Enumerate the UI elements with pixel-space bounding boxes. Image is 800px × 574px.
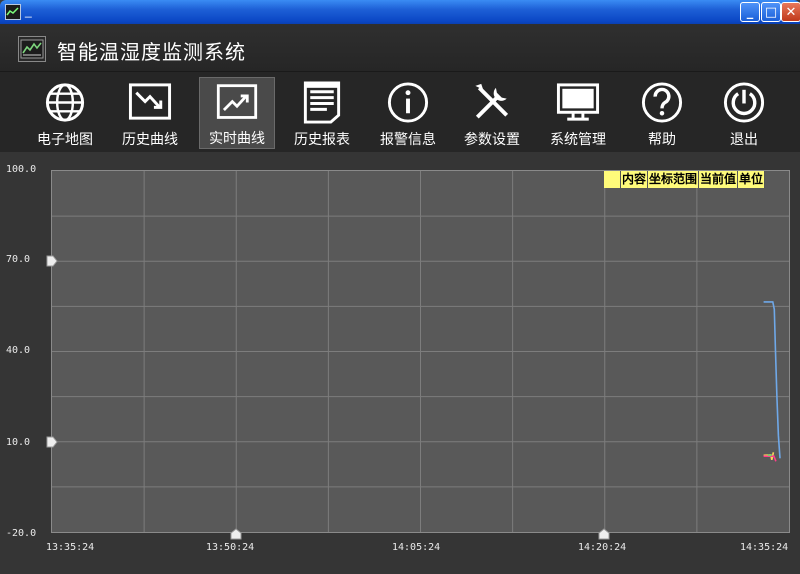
trend-up-chart-icon [216, 84, 258, 119]
legend-column-current-value: 当前值 [699, 171, 739, 188]
series-line-1 [763, 301, 781, 459]
legend-column-unit: 单位 [738, 171, 766, 188]
monitor-icon [556, 83, 600, 121]
x-axis-cursor-marker[interactable] [230, 528, 242, 540]
minimize-button[interactable]: _ [740, 2, 760, 22]
toolbar-label: 参数设置 [464, 132, 520, 148]
chart-svg [52, 171, 789, 532]
chart-legend-header: 内容 坐标范围 当前值 单位 [604, 171, 766, 188]
trend-down-chart-icon [128, 83, 172, 120]
maximize-button[interactable]: □ [761, 2, 781, 22]
legend-column-content: 内容 [621, 171, 649, 188]
toolbar-button-help[interactable]: 帮助 [622, 77, 702, 149]
app-window-icon [5, 4, 21, 20]
toolbar-button-map[interactable]: 电子地图 [25, 77, 105, 149]
y-axis-cursor-marker[interactable] [46, 436, 58, 448]
info-icon [387, 82, 429, 123]
toolbar-label: 报警信息 [380, 132, 436, 148]
x-tick-label: 14:35:24 [740, 542, 789, 553]
x-tick-label: 14:05:24 [392, 542, 441, 553]
toolbar-label: 电子地图 [37, 132, 93, 148]
toolbar-button-parameters[interactable]: 参数设置 [452, 77, 532, 149]
close-icon: ✕ [785, 4, 797, 20]
window-titlebar: _ _ □ ✕ [0, 0, 800, 24]
toolbar-label: 退出 [730, 132, 758, 148]
toolbar-button-history-curve[interactable]: 历史曲线 [110, 77, 190, 149]
toolbar-label: 历史报表 [294, 132, 350, 148]
close-button[interactable]: ✕ [781, 2, 800, 22]
y-tick-label: 100.0 [6, 164, 37, 175]
y-axis-cursor-marker[interactable] [46, 255, 58, 267]
x-axis-cursor-marker[interactable] [598, 528, 610, 540]
app-title: 智能温湿度监测系统 [57, 40, 246, 64]
x-tick-label: 13:50:24 [206, 542, 255, 553]
y-tick-label: 40.0 [6, 345, 31, 356]
series-line-3 [763, 455, 777, 462]
x-tick-label: 13:35:24 [46, 542, 95, 553]
x-tick-label: 14:20:24 [578, 542, 627, 553]
toolbar-button-history-report[interactable]: 历史报表 [282, 77, 362, 149]
main-toolbar: 电子地图 历史曲线 实时曲线 历史报表 报警信息 参数设置 系统管理 帮助 退出 [0, 72, 800, 152]
chart-plot-area[interactable] [51, 170, 790, 533]
toolbar-label: 系统管理 [550, 132, 606, 148]
toolbar-button-realtime-curve[interactable]: 实时曲线 [199, 77, 275, 149]
app-header: 智能温湿度监测系统 [0, 24, 800, 72]
toolbar-button-system-management[interactable]: 系统管理 [538, 77, 618, 149]
report-document-icon [303, 81, 341, 124]
toolbar-button-alarm-info[interactable]: 报警信息 [368, 77, 448, 149]
y-tick-label: -20.0 [6, 528, 37, 539]
toolbar-button-exit[interactable]: 退出 [704, 77, 784, 149]
legend-column-range: 坐标范围 [648, 171, 700, 188]
tools-icon [475, 83, 509, 119]
help-icon [641, 82, 683, 123]
toolbar-label: 历史曲线 [122, 132, 178, 148]
toolbar-label: 实时曲线 [209, 131, 265, 147]
y-tick-label: 10.0 [6, 437, 31, 448]
y-tick-label: 70.0 [6, 254, 31, 265]
app-logo-icon [18, 36, 46, 62]
legend-color-column [604, 171, 621, 188]
minimize-icon: _ [746, 4, 754, 20]
toolbar-label: 帮助 [648, 132, 676, 148]
power-icon [723, 82, 765, 123]
maximize-icon: □ [764, 4, 778, 20]
window-title: _ [25, 4, 32, 18]
globe-icon [45, 83, 85, 122]
